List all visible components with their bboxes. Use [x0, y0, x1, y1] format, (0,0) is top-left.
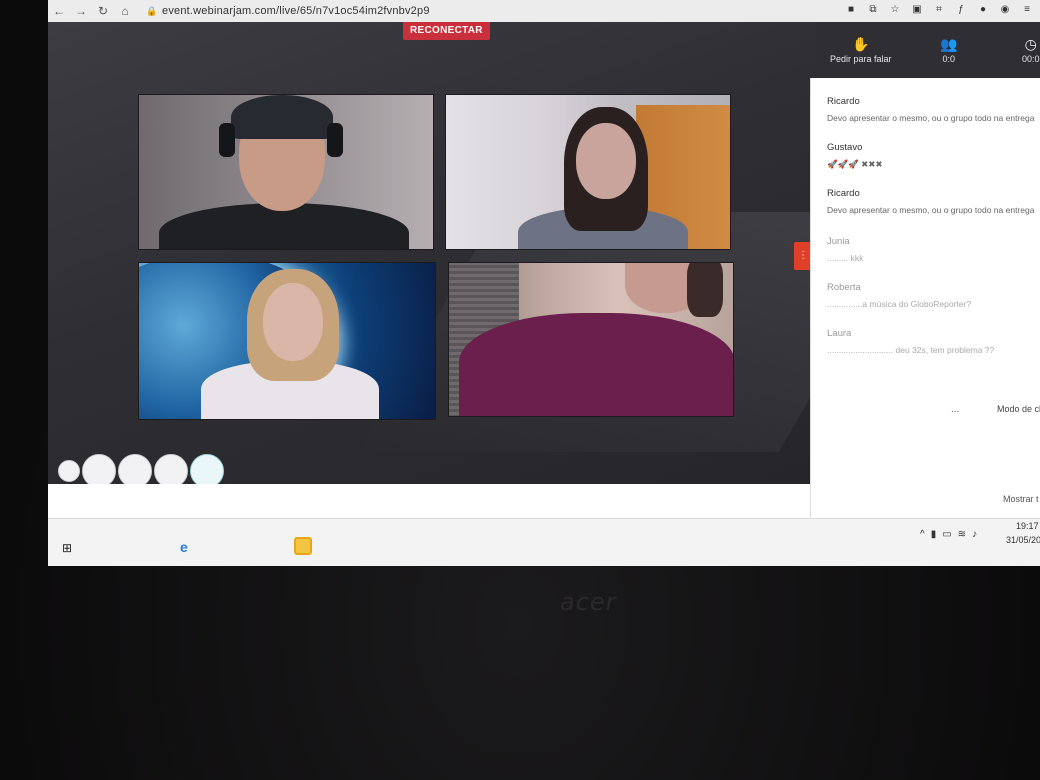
- message-text: Devo apresentar o mesmo, ou o grupo todo…: [827, 205, 1035, 215]
- taskbar: ⊞ e 19:17 31/05/20 ^ ▮ ▭ ≋ ♪: [48, 518, 1040, 566]
- browser-toolbar: ← → ↻ ⌂ 🔒 event.webinarjam.com/live/65/n…: [48, 0, 1040, 22]
- message-author: Roberta: [827, 282, 861, 293]
- photo-of-monitor: acer ← → ↻ ⌂ 🔒 event.webinarjam.com/live…: [0, 0, 1040, 780]
- edge-browser-icon[interactable]: e: [180, 539, 188, 555]
- message-author: Laura: [827, 328, 852, 339]
- chat-message: Ricardo Devo apresentar o mesmo, ou o gr…: [827, 96, 1040, 123]
- headphone-right: [327, 123, 343, 157]
- chat-more-button[interactable]: ...: [951, 404, 959, 415]
- video-stage: RECONECTAR: [48, 22, 918, 488]
- screenshot-icon[interactable]: ⌗: [932, 3, 946, 17]
- people-icon: 👥: [940, 36, 958, 52]
- translate-icon[interactable]: ⧉: [866, 3, 880, 17]
- raise-hand-label: Pedir para falar: [830, 54, 892, 64]
- person-body: [459, 313, 733, 416]
- windows-start-icon[interactable]: ⊞: [62, 541, 72, 555]
- chat-message: Roberta ...............a música do Globo…: [827, 282, 1040, 309]
- forward-icon[interactable]: →: [70, 4, 92, 18]
- timer-value: 00:0: [1022, 54, 1040, 64]
- browser-extensions: ■ ⧉ ☆ ▣ ⌗ ƒ ● ◉ ≡: [844, 3, 1034, 17]
- message-author: Ricardo: [827, 96, 860, 107]
- message-text: Devo apresentar o mesmo, ou o grupo todo…: [827, 113, 1035, 123]
- person-hair: [687, 263, 723, 317]
- page-footer: [48, 484, 810, 518]
- star-icon[interactable]: ☆: [888, 3, 902, 17]
- raise-hand-control[interactable]: ✋ Pedir para falar: [830, 36, 892, 64]
- attendees-control[interactable]: 👥 0:0: [940, 36, 957, 64]
- person-face: [576, 123, 636, 199]
- chat-message: Junia ......... kkk: [827, 236, 1040, 263]
- person-cap: [231, 95, 333, 139]
- chat-header: ✋ Pedir para falar 👥 0:0 ◷ 00:0: [816, 22, 1040, 78]
- message-text: ...............a música do GloboReporter…: [827, 299, 972, 309]
- show-toggle[interactable]: Mostrar t: [1003, 494, 1039, 504]
- chevron-up-icon[interactable]: ^: [920, 529, 925, 540]
- video-tile-3: [138, 262, 436, 420]
- system-tray: ^ ▮ ▭ ≋ ♪: [920, 529, 977, 540]
- menu-icon[interactable]: ≡: [1020, 3, 1034, 17]
- back-icon[interactable]: ←: [48, 4, 70, 18]
- message-author: Ricardo: [827, 188, 860, 199]
- attendee-avatars: [58, 454, 224, 488]
- hand-icon: ✋: [852, 36, 870, 52]
- font-icon[interactable]: ƒ: [954, 3, 968, 17]
- message-text: ............................ deu 32s, te…: [827, 345, 995, 355]
- taskbar-app-icon[interactable]: [294, 537, 312, 555]
- avatar[interactable]: [118, 454, 152, 488]
- chat-panel: Ricardo Devo apresentar o mesmo, ou o gr…: [810, 78, 1040, 518]
- battery-icon[interactable]: ▭: [942, 529, 951, 540]
- attendees-count: 0:0: [942, 54, 955, 64]
- extension-icon[interactable]: ▣: [910, 3, 924, 17]
- message-author: Gustavo: [827, 142, 863, 153]
- monitor-brand-logo: acer: [560, 588, 617, 616]
- chat-mode-toggle[interactable]: Modo de ch: [997, 404, 1040, 414]
- headphone-left: [219, 123, 235, 157]
- video-tile-4: [448, 262, 734, 417]
- lock-icon[interactable]: 🔒: [146, 6, 158, 17]
- clock-icon: ◷: [1024, 36, 1037, 52]
- chat-message: Laura ............................ deu 3…: [827, 328, 1040, 355]
- camera-icon[interactable]: ■: [844, 3, 858, 17]
- avatar[interactable]: [58, 460, 80, 482]
- circle-extension-icon[interactable]: ●: [976, 3, 990, 17]
- chat-message: Ricardo Devo apresentar o mesmo, ou o gr…: [827, 188, 1040, 215]
- mic-icon[interactable]: ▮: [931, 529, 937, 540]
- clock-date[interactable]: 31/05/20: [1006, 535, 1040, 545]
- avatar[interactable]: [190, 454, 224, 488]
- home-icon[interactable]: ⌂: [114, 4, 136, 18]
- message-text: 🚀🚀🚀 ✖✖✖: [827, 159, 883, 169]
- video-tile-1: [138, 94, 434, 250]
- avatar[interactable]: [154, 454, 188, 488]
- message-text: ......... kkk: [827, 253, 864, 263]
- wifi-icon[interactable]: ≋: [958, 529, 966, 540]
- timer-control[interactable]: ◷ 00:0: [1022, 36, 1040, 64]
- message-author: Junia: [827, 236, 850, 247]
- person-face: [263, 283, 323, 361]
- reload-icon[interactable]: ↻: [92, 4, 114, 18]
- screen: ← → ↻ ⌂ 🔒 event.webinarjam.com/live/65/n…: [48, 0, 1040, 566]
- chat-message: Gustavo 🚀🚀🚀 ✖✖✖: [827, 142, 1040, 170]
- clock-time[interactable]: 19:17: [1016, 521, 1039, 531]
- video-tile-2: [445, 94, 731, 250]
- volume-icon[interactable]: ♪: [972, 529, 977, 540]
- address-bar[interactable]: event.webinarjam.com/live/65/n7v1oc54im2…: [162, 5, 430, 17]
- avatar[interactable]: [82, 454, 116, 488]
- reconnect-button[interactable]: RECONECTAR: [403, 22, 490, 40]
- record-extension-icon[interactable]: ◉: [998, 3, 1012, 17]
